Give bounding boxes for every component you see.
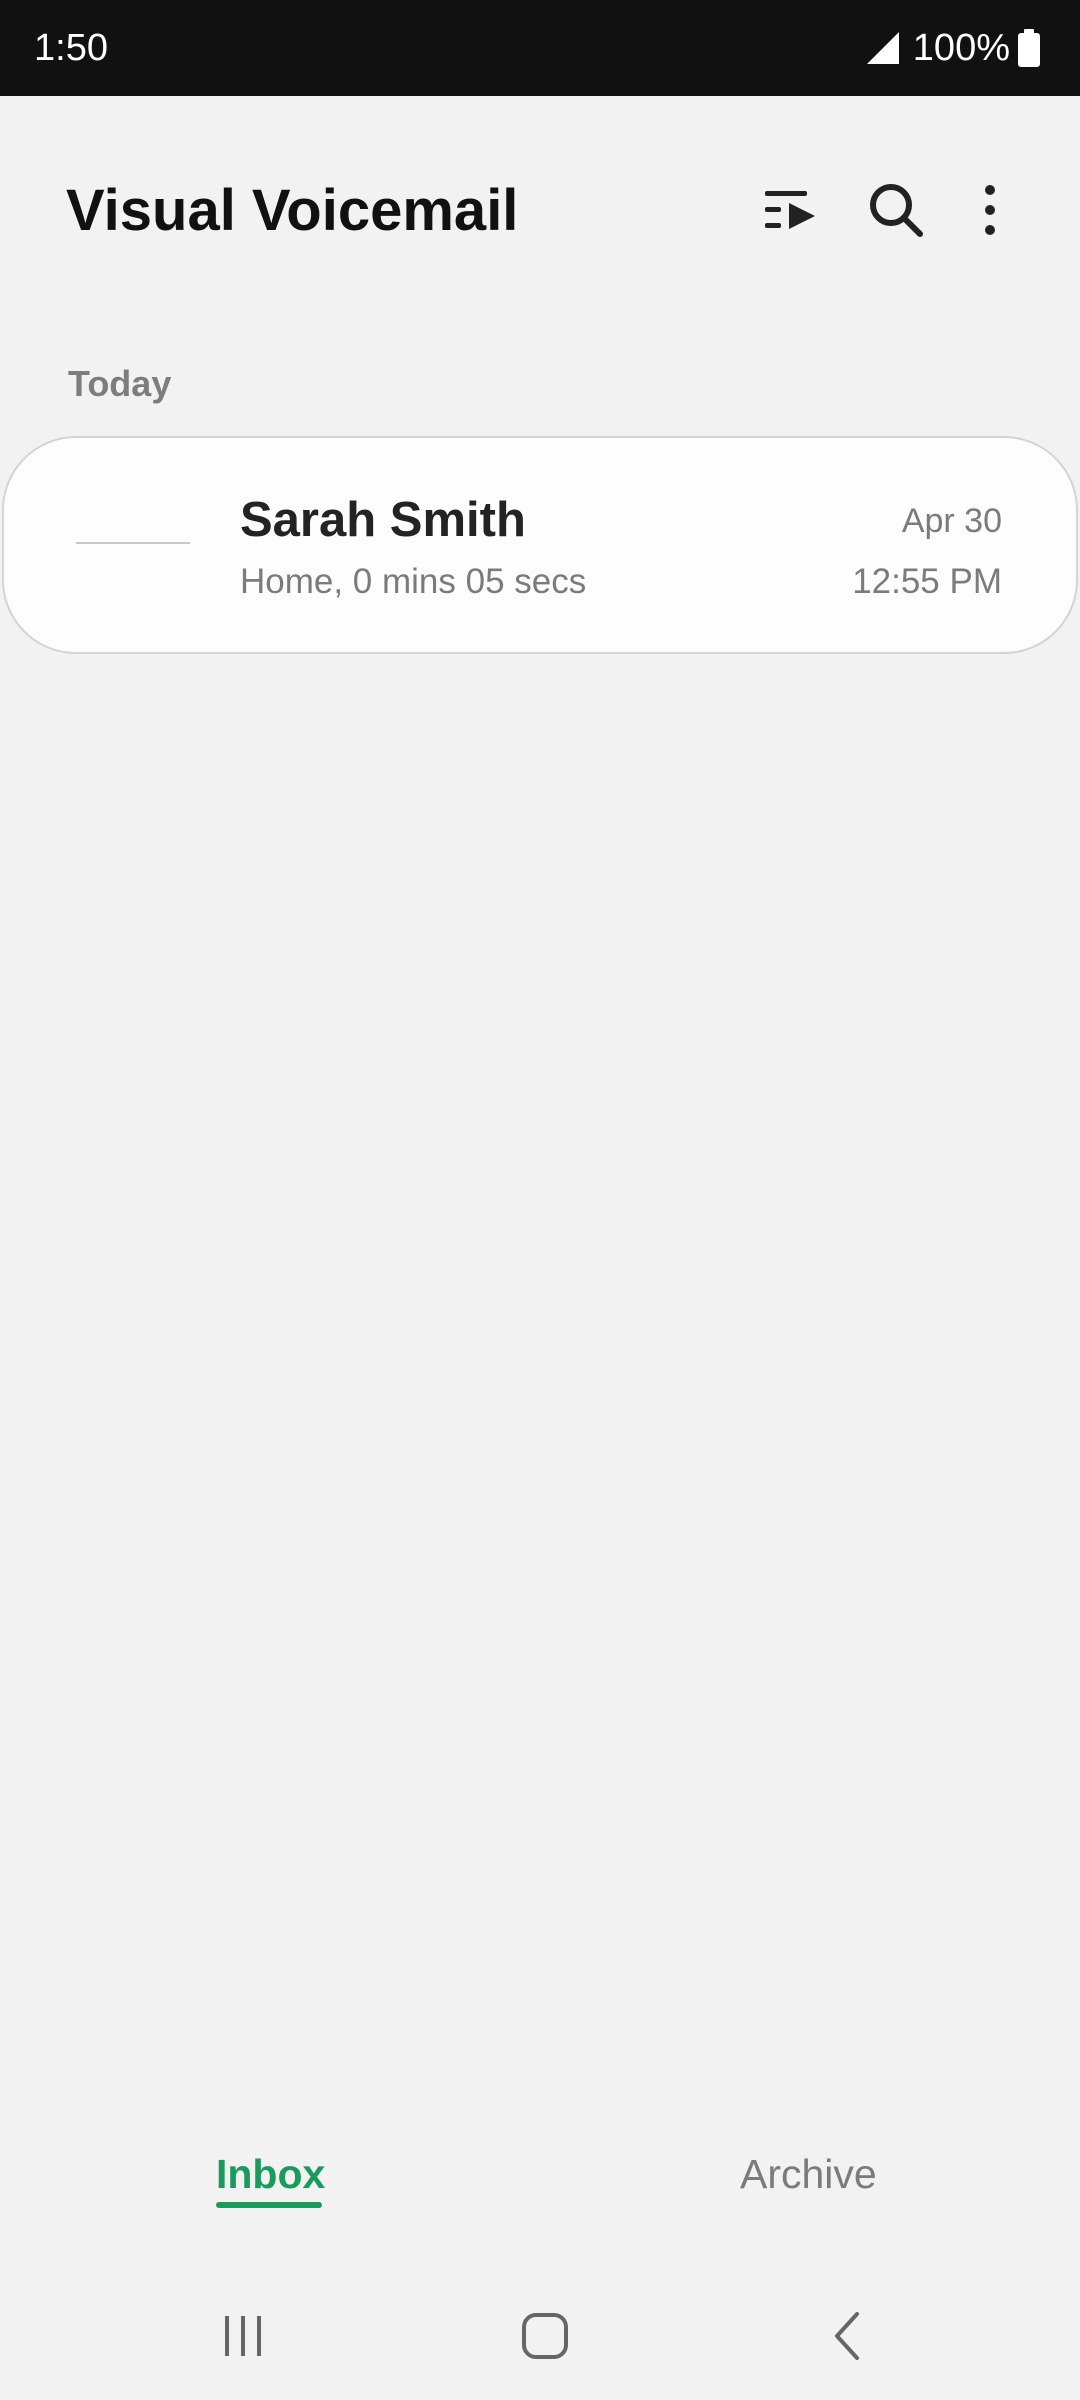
home-button[interactable]: [500, 2296, 590, 2376]
status-time: 1:50: [34, 27, 108, 69]
caller-name: Sarah Smith: [240, 493, 526, 547]
back-icon: [835, 2312, 859, 2360]
call-time: 12:55 PM: [852, 562, 1002, 601]
status-bar: 1:50 100%: [0, 0, 1080, 96]
play-all-icon: [765, 191, 815, 229]
search-button[interactable]: [856, 170, 936, 250]
play-all-button[interactable]: [750, 170, 830, 250]
home-icon: [522, 2313, 568, 2359]
tab-selected-indicator: [216, 2202, 322, 2208]
recent-apps-icon: [225, 2316, 261, 2356]
search-icon: [870, 184, 923, 237]
battery-icon: [1018, 29, 1040, 67]
back-button[interactable]: [802, 2296, 892, 2376]
tab-archive[interactable]: Archive: [740, 2148, 877, 2200]
more-options-button[interactable]: [950, 170, 1030, 250]
call-date: Apr 30: [901, 502, 1002, 540]
tab-inbox[interactable]: Inbox: [216, 2148, 325, 2200]
more-options-icon: [985, 185, 995, 235]
page-title: Visual Voicemail: [66, 178, 519, 243]
voicemail-item[interactable]: Sarah Smith Home, 0 mins 05 secs Apr 30 …: [2, 436, 1078, 654]
signal-icon: [866, 32, 899, 64]
section-header-today: Today: [68, 363, 172, 404]
call-details: Home, 0 mins 05 secs: [240, 562, 587, 601]
battery-percentage: 100%: [912, 27, 1010, 69]
status-indicators: 100%: [865, 22, 1040, 74]
avatar: [76, 542, 190, 544]
recent-apps-button[interactable]: [198, 2296, 288, 2376]
